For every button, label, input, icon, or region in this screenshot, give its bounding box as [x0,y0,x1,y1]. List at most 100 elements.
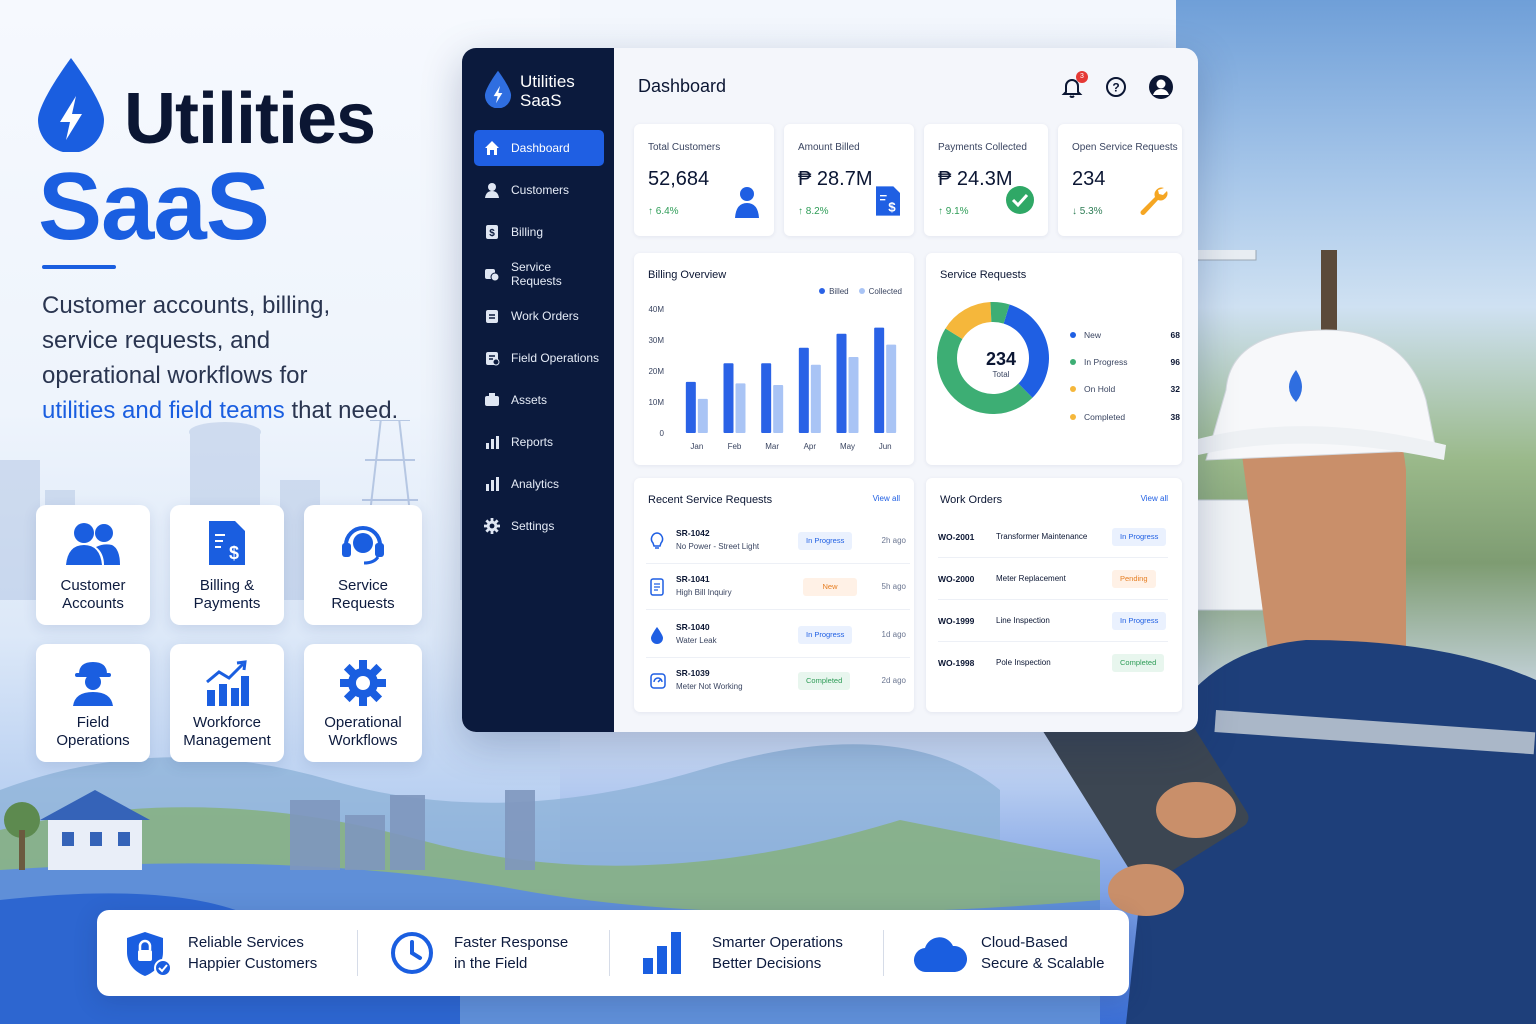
kpi-label: Amount Billed [798,142,860,153]
clock-icon [391,932,433,974]
tagline-line-1: Customer accounts, billing, [42,292,331,319]
sidebar-item-customers[interactable]: Customers [474,172,604,208]
notifications-button[interactable]: 3 [1060,71,1088,99]
service-icon [485,269,500,282]
user-icon [735,187,759,218]
sidebar-app-name: Utilities SaaS [520,72,575,110]
table-row[interactable]: SR-1041 High Bill Inquiry New 5h ago [646,564,910,610]
status-count: 96 [1170,356,1180,367]
sidebar-item-assets[interactable]: Assets [474,382,604,418]
sidebar-item-billing[interactable]: $ Billing [474,214,604,250]
request-desc: No Power - Street Light [676,542,760,551]
table-row[interactable]: WO-1999 Line Inspection In Progress [938,600,1168,642]
work-order-desc: Pole Inspection [996,658,1051,667]
x-tick-label: Apr [804,442,817,451]
tagline-line-2: service requests, and [42,327,271,354]
tile-billing-payments[interactable]: $ Billing & Payments [170,505,284,625]
benefit-title: Faster Response [454,934,569,951]
sidebar-item-label: Dashboard [511,141,570,155]
sidebar-item-dashboard[interactable]: Dashboard [474,130,604,166]
kpi-label: Open Service Requests [1072,142,1178,153]
status-row-completed: Completed 38 [1070,403,1180,430]
tile-field-operations[interactable]: Field Operations [36,644,150,762]
sidebar-item-settings[interactable]: Settings [474,508,604,544]
bar-billed-may [836,333,847,433]
header-actions: 3 ? [1060,71,1174,100]
kpi-delta-value: 5.3% [1079,206,1103,217]
shield-lock-icon [127,932,172,977]
sidebar-item-service-requests[interactable]: Service Requests [474,256,604,292]
reports-icon [486,436,499,449]
kpi-value: 234 [1072,168,1106,190]
tile-label-line1: Customer [60,577,126,594]
bar-collected-apr [810,364,821,433]
clipboard-icon [486,310,498,323]
card-title: Service Requests [940,269,1027,281]
user-avatar-icon[interactable] [1148,74,1174,100]
dollar-doc-icon: $ [486,225,498,239]
tile-workforce-management[interactable]: Workforce Management [170,644,284,762]
benefit-cloud-based: Cloud-Based Secure & Scalable [913,910,1123,996]
tile-service-requests[interactable]: Service Requests [304,505,422,625]
tile-label-line2: Accounts [62,595,124,612]
x-tick-label: Feb [728,442,742,451]
dashboard-window: Utilities SaaS Dashboard Customers $ Bil… [462,48,1198,732]
donut-center: 234 Total [936,349,1066,379]
request-id: SR-1039 [676,668,710,678]
table-row[interactable]: SR-1039 Meter Not Working Completed 2d a… [646,658,910,704]
tile-operational-workflows[interactable]: Operational Workflows [304,644,422,762]
billing-overview-card: Billing Overview Billed Collected 0 10M 20… [634,253,914,465]
sidebar-item-field-operations[interactable]: Field Operations [474,340,604,376]
table-row[interactable]: WO-2000 Meter Replacement Pending [938,558,1168,600]
kpi-delta: ↑ 6.4% [648,206,679,217]
headset-icon [342,526,384,565]
table-row[interactable]: WO-1998 Pole Inspection Completed [938,642,1168,684]
benefit-reliable-services: Reliable Services Happier Customers [125,910,355,996]
kpi-value: 52,684 [648,168,710,190]
benefit-subtitle: Secure & Scalable [981,955,1105,972]
view-all-link[interactable]: View all [1141,494,1168,503]
sidebar-item-reports[interactable]: Reports [474,424,604,460]
table-row[interactable]: SR-1042 No Power - Street Light In Progr… [646,518,910,564]
kpi-card-total-customers: Total Customers 52,684 ↑ 6.4% [634,124,774,236]
table-row[interactable]: WO-2001 Transformer Maintenance In Progr… [938,516,1168,558]
tile-customer-accounts[interactable]: Customer Accounts [36,505,150,625]
status-badge: In Progress [798,626,853,644]
request-id: SR-1041 [676,574,710,584]
table-row[interactable]: SR-1040 Water Leak In Progress 1d ago [646,612,910,658]
sidebar-item-label: Analytics [511,477,560,491]
tagline-line-3: operational workflows for [42,362,308,389]
page-title: Dashboard [638,76,727,96]
cloud-icon [914,937,967,973]
field-icon [486,352,500,366]
water-bolt-logo-icon [484,70,512,108]
user-icon [485,183,499,198]
view-all-link[interactable]: View all [873,494,900,503]
bar-collected-mar [773,384,784,433]
help-icon[interactable]: ? [1104,75,1128,99]
status-badge: Pending [1112,570,1156,588]
sidebar-item-analytics[interactable]: Analytics [474,466,604,502]
work-order-id: WO-1999 [938,616,975,626]
sidebar-item-work-orders[interactable]: Work Orders [474,298,604,334]
sidebar-item-label: Assets [511,393,548,407]
status-badge: In Progress [1112,612,1167,630]
sidebar-item-label: Reports [511,435,554,449]
status-label: New [1084,329,1102,340]
invoice-icon: $ [209,521,245,565]
invoice-icon: $ [876,186,900,216]
svg-text:$: $ [888,200,896,215]
status-badge: New [803,578,857,596]
tile-label-line2: Workflows [328,732,398,749]
bar-chart-icon [643,932,681,974]
status-label: In Progress [1084,356,1128,367]
tile-label-line1: Service [337,577,389,594]
recent-service-requests-card: Recent Service Requests View all SR-1042… [634,478,914,712]
bar-collected-feb [735,383,746,433]
tile-label-line2: Requests [331,595,395,612]
request-desc: Water Leak [676,636,717,645]
assets-icon [485,393,499,406]
kpi-delta-value: 8.2% [805,206,829,217]
bar-billed-apr [798,347,809,433]
y-tick-label: 0 [660,429,665,438]
